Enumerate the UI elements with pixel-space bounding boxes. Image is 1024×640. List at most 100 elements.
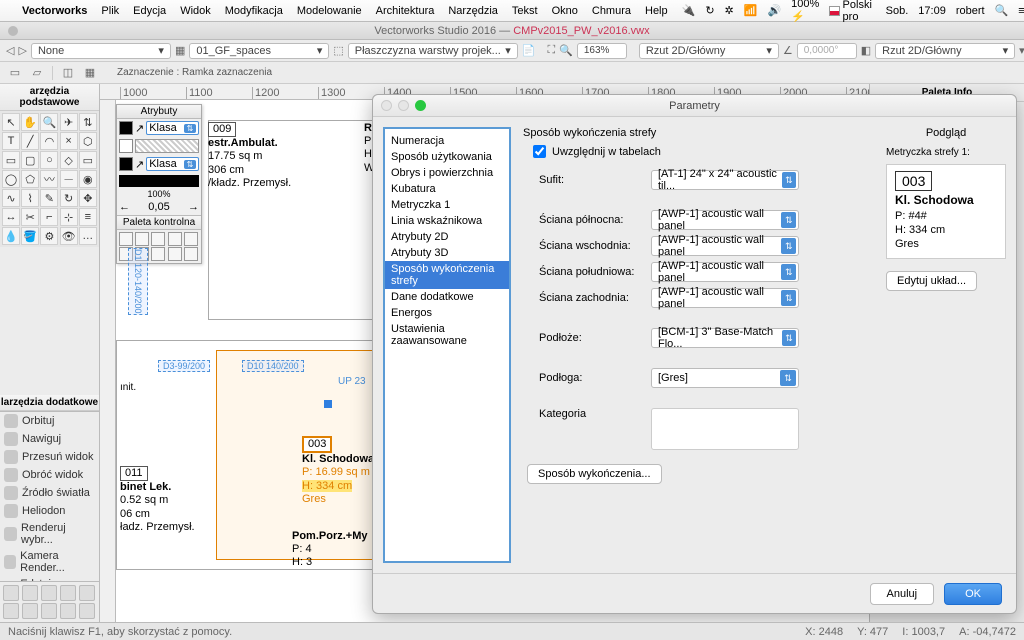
wifi2-icon[interactable]: 📶: [744, 4, 758, 17]
snap-4[interactable]: [60, 585, 76, 601]
menu-widok[interactable]: Widok: [180, 5, 211, 17]
dialog-zoom-icon[interactable]: [415, 100, 426, 111]
finish-style-button[interactable]: Sposób wykończenia...: [527, 464, 662, 484]
tool-arc[interactable]: ◠: [40, 132, 58, 150]
bt-icon[interactable]: ✲: [725, 4, 734, 17]
menu-modyfikacja[interactable]: Modyfikacja: [225, 5, 283, 17]
dialog-close-icon[interactable]: [381, 100, 392, 111]
snap-6[interactable]: [3, 603, 19, 619]
layer-selector[interactable]: 01_GF_spaces▾: [189, 43, 329, 59]
select-west[interactable]: [AWP-1] acoustic wall panel⇅: [651, 288, 799, 308]
attributes-panel[interactable]: Atrybuty ↗Klasa⇅ ↗Klasa⇅ 100% ←0,05→ Pal…: [116, 104, 202, 264]
tool-oval[interactable]: ◯: [2, 170, 20, 188]
window-close-icon[interactable]: [8, 26, 18, 36]
snap-8[interactable]: [41, 603, 57, 619]
tool-cursor[interactable]: ↖: [2, 113, 20, 131]
tool-dim[interactable]: ↔: [2, 208, 20, 226]
tool-offset[interactable]: ≡: [79, 208, 97, 226]
ctrl-2[interactable]: [135, 232, 149, 246]
fill-class-select[interactable]: Klasa⇅: [146, 121, 199, 135]
extra-renderuj[interactable]: Renderuj wybr...: [0, 520, 99, 548]
dlg-item-zaawansowane[interactable]: Ustawienia zaawansowane: [385, 321, 509, 349]
dlg-item-atr2d[interactable]: Atrybuty 2D: [385, 229, 509, 245]
tool-polygon[interactable]: ⬠: [21, 170, 39, 188]
menu-architektura[interactable]: Architektura: [376, 5, 435, 17]
ok-button[interactable]: OK: [944, 583, 1002, 605]
fit-icon[interactable]: ⛶: [547, 43, 555, 59]
render-icon[interactable]: ◧: [861, 43, 871, 59]
select-south[interactable]: [AWP-1] acoustic wall panel⇅: [651, 262, 799, 282]
tool-eyedrop[interactable]: 💧: [2, 227, 20, 245]
ctrl-5[interactable]: [184, 232, 198, 246]
sel-mode1-icon[interactable]: ▭: [6, 65, 24, 81]
ctrl-10[interactable]: [184, 247, 198, 261]
menu-narzedzia[interactable]: Narzędzia: [448, 5, 498, 17]
pen-arrow-icon[interactable]: ↗: [135, 158, 144, 171]
tool-more[interactable]: …: [79, 227, 97, 245]
extra-obroc[interactable]: Obróć widok: [0, 466, 99, 484]
user-name[interactable]: robert: [956, 5, 985, 17]
tool-edit[interactable]: ✎: [40, 189, 58, 207]
snap-2[interactable]: [22, 585, 38, 601]
extra-kamera[interactable]: Kamera Render...: [0, 548, 99, 576]
select-north[interactable]: [AWP-1] acoustic wall panel⇅: [651, 210, 799, 230]
wifi-icon[interactable]: 🔌: [682, 4, 696, 17]
ctrl-3[interactable]: [151, 232, 165, 246]
pen-class-select[interactable]: Klasa⇅: [146, 157, 199, 171]
clock-day[interactable]: Sob.: [886, 5, 909, 17]
select-base[interactable]: [BCM-1] 3" Base-Match Flo...⇅: [651, 328, 799, 348]
fill-color-swatch[interactable]: [119, 139, 133, 153]
selection-handle[interactable]: [324, 400, 332, 408]
include-tables-checkbox[interactable]: [533, 145, 546, 158]
dlg-item-obrys[interactable]: Obrys i powierzchnia: [385, 165, 509, 181]
sel-mode4-icon[interactable]: ▦: [81, 65, 99, 81]
tool-fly[interactable]: ✈: [60, 113, 78, 131]
tool-vis[interactable]: 👁: [60, 227, 78, 245]
snap-10[interactable]: [79, 603, 95, 619]
dlg-item-metryczka[interactable]: Metryczka 1: [385, 197, 509, 213]
tool-text[interactable]: T: [2, 132, 20, 150]
search-icon[interactable]: 🔍: [995, 4, 1009, 17]
app-name[interactable]: Vectorworks: [22, 5, 87, 17]
line-weight-bar[interactable]: [119, 175, 199, 187]
view-selector[interactable]: Rzut 2D/Główny▾: [639, 43, 779, 59]
pen-swatch[interactable]: [119, 157, 133, 171]
menu-extra-icon[interactable]: ≡: [1018, 5, 1024, 17]
dlg-item-dane[interactable]: Dane dodatkowe: [385, 289, 509, 305]
tool-dline[interactable]: ⏤: [60, 170, 78, 188]
tool-rrect[interactable]: ▢: [21, 151, 39, 169]
dlg-item-numeracja[interactable]: Numeracja: [385, 133, 509, 149]
tool-rect2[interactable]: ▭: [79, 151, 97, 169]
clock-time[interactable]: 17:09: [918, 5, 946, 17]
tool-rect[interactable]: ▭: [2, 151, 20, 169]
tool-line[interactable]: ╱: [21, 132, 39, 150]
class-selector[interactable]: None▾: [31, 43, 171, 59]
page-icon[interactable]: 📄: [522, 43, 536, 59]
snap-9[interactable]: [60, 603, 76, 619]
dialog-titlebar[interactable]: Parametry: [373, 95, 1016, 117]
tool-attr[interactable]: ⚙: [40, 227, 58, 245]
nav-fwd-icon[interactable]: ▷: [18, 43, 26, 59]
menu-okno[interactable]: Okno: [552, 5, 578, 17]
extra-nawiguj[interactable]: Nawiguj: [0, 430, 99, 448]
ctrl-1[interactable]: [119, 232, 133, 246]
tool-rotate[interactable]: ↻: [60, 189, 78, 207]
tool-zoom[interactable]: 🔍: [40, 113, 58, 131]
zoom-icon[interactable]: 🔍: [559, 43, 573, 59]
fill-arrow-icon[interactable]: ↗: [135, 122, 144, 135]
extra-orbituj[interactable]: Orbituj: [0, 412, 99, 430]
extra-heliodon[interactable]: Heliodon: [0, 502, 99, 520]
sync-icon[interactable]: ↻: [705, 4, 714, 17]
opacity-val[interactable]: 0,05: [132, 201, 186, 213]
angle-icon[interactable]: ∠: [783, 43, 793, 59]
battery-status[interactable]: 100% ⚡: [791, 0, 819, 23]
dlg-item-energos[interactable]: Energos: [385, 305, 509, 321]
tool-move[interactable]: ✥: [79, 189, 97, 207]
tool-free[interactable]: 〰: [40, 170, 58, 188]
dialog-min-icon[interactable]: [398, 100, 409, 111]
ctrl-4[interactable]: [168, 232, 182, 246]
zoom-field[interactable]: 163%: [577, 43, 627, 59]
dlg-item-linia[interactable]: Linia wskaźnikowa: [385, 213, 509, 229]
tool-poly[interactable]: ⬡: [79, 132, 97, 150]
dlg-item-atr3d[interactable]: Atrybuty 3D: [385, 245, 509, 261]
